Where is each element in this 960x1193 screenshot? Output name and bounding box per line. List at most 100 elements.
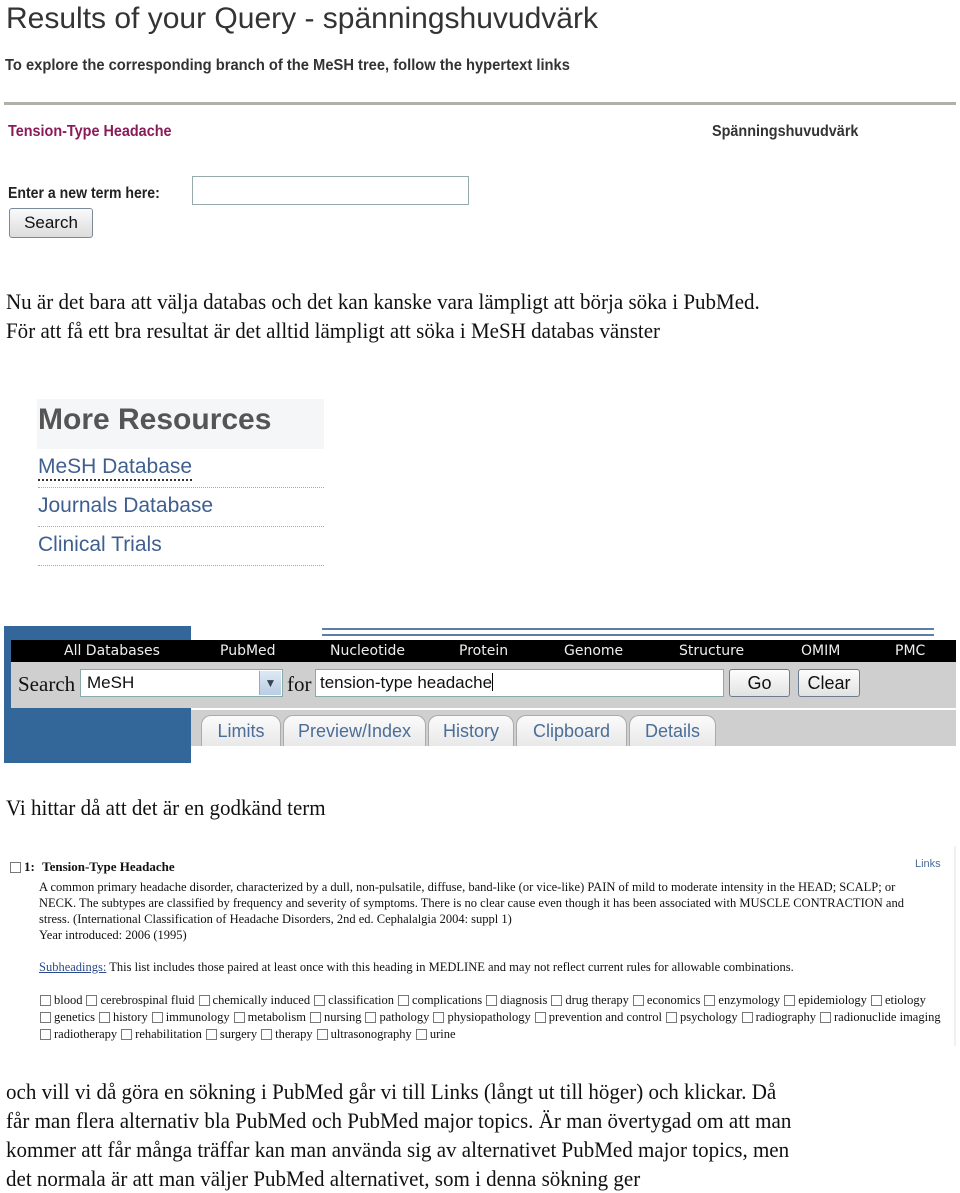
resource-item-clinical-trials[interactable]: Clinical Trials (38, 527, 324, 566)
subheading-option[interactable]: economics (632, 993, 700, 1008)
divider (4, 102, 956, 105)
subheading-option[interactable]: physiopathology (433, 1010, 531, 1025)
subheading-option[interactable]: genetics (40, 1010, 95, 1025)
subheading-option[interactable]: ultrasonography (316, 1027, 412, 1042)
mesh-database-link[interactable]: MeSH Database (38, 455, 193, 481)
subheading-option[interactable]: epidemiology (784, 993, 867, 1008)
subheading-checkbox[interactable] (151, 1012, 163, 1023)
search-button[interactable]: Search (9, 208, 93, 238)
subheading-checkbox[interactable] (316, 1029, 328, 1040)
subheading-checkbox[interactable] (870, 995, 882, 1006)
text-cursor (492, 673, 494, 691)
clear-button[interactable]: Clear (798, 669, 860, 697)
resource-item-mesh[interactable]: MeSH Database (38, 449, 324, 488)
subheading-label: pathology (379, 1010, 430, 1024)
subheading-checkbox[interactable] (314, 995, 326, 1006)
subheading-option[interactable]: urine (415, 1027, 456, 1042)
subheading-label: psychology (679, 1010, 738, 1024)
subheading-checkbox[interactable] (415, 1029, 427, 1040)
subheading-option[interactable]: radiography (741, 1010, 816, 1025)
subheading-option[interactable]: etiology (870, 993, 926, 1008)
subheading-option[interactable]: classification (314, 993, 394, 1008)
subheading-checkbox[interactable] (205, 1029, 217, 1040)
subheading-option[interactable]: prevention and control (534, 1010, 662, 1025)
subheading-option[interactable]: surgery (205, 1027, 257, 1042)
subheading-checkbox[interactable] (40, 995, 51, 1006)
go-button[interactable]: Go (729, 669, 790, 697)
subheading-option[interactable]: nursing (309, 1010, 361, 1025)
subheadings-link[interactable]: Subheadings: (39, 960, 106, 974)
subheading-checkbox[interactable] (486, 995, 498, 1006)
links-menu[interactable]: Links (915, 858, 941, 870)
nav-pmc[interactable]: PMC (895, 643, 925, 659)
subheading-checkbox[interactable] (784, 995, 796, 1006)
clinical-trials-link[interactable]: Clinical Trials (38, 533, 162, 557)
nav-omim[interactable]: OMIM (801, 643, 840, 659)
record-title-text[interactable]: Tension-Type Headache (42, 859, 175, 874)
description-line: stress. (International Classification of… (39, 912, 512, 926)
subheading-option[interactable]: pathology (365, 1010, 429, 1025)
subheading-checkbox[interactable] (632, 995, 644, 1006)
nav-structure[interactable]: Structure (679, 643, 744, 659)
subheading-checkbox[interactable] (551, 995, 563, 1006)
nav-all-databases[interactable]: All Databases (64, 643, 160, 659)
subheading-checkbox[interactable] (365, 1012, 377, 1023)
subheading-label: history (112, 1010, 148, 1024)
resource-item-journals[interactable]: Journals Database (38, 488, 324, 527)
tab-history[interactable]: History (428, 715, 514, 746)
subheading-option[interactable]: metabolism (233, 1010, 306, 1025)
subheading-checkbox[interactable] (198, 995, 210, 1006)
tab-limits[interactable]: Limits (201, 715, 281, 746)
subheading-checkbox[interactable] (98, 1012, 110, 1023)
subheading-option[interactable]: rehabilitation (121, 1027, 202, 1042)
nav-pubmed[interactable]: PubMed (220, 643, 276, 659)
subheading-checkbox[interactable] (741, 1012, 753, 1023)
tab-details[interactable]: Details (629, 715, 716, 746)
description-line: NECK. The subtypes are classified by fre… (39, 896, 904, 910)
new-term-input[interactable] (192, 176, 469, 205)
subheading-checkbox[interactable] (309, 1012, 321, 1023)
subheading-checkbox[interactable] (261, 1029, 273, 1040)
subheading-checkbox[interactable] (121, 1029, 133, 1040)
subheading-checkbox[interactable] (398, 995, 410, 1006)
subheading-option[interactable]: radionuclide imaging (820, 1010, 941, 1025)
subheading-option[interactable]: immunology (151, 1010, 230, 1025)
query-input[interactable]: tension-type headache (315, 669, 724, 697)
database-select[interactable]: MeSH (80, 669, 283, 697)
subheading-checkbox[interactable] (534, 1012, 546, 1023)
subheading-option[interactable]: complications (398, 993, 482, 1008)
subheading-checkbox[interactable] (665, 1012, 677, 1023)
subheading-label: radiography (755, 1010, 816, 1024)
mesh-term-link[interactable]: Tension-Type Headache (8, 123, 172, 141)
record-checkbox[interactable] (10, 862, 21, 873)
subheading-label: chemically induced (212, 993, 311, 1007)
subheading-checkbox[interactable] (233, 1012, 245, 1023)
subheading-option[interactable]: blood (40, 993, 82, 1008)
subheading-checkbox[interactable] (40, 1029, 51, 1040)
subheading-option[interactable]: radiotherapy (40, 1027, 117, 1042)
subheading-option[interactable]: cerebrospinal fluid (86, 993, 195, 1008)
chevron-down-icon[interactable]: ▼ (259, 671, 281, 695)
subheading-option[interactable]: psychology (665, 1010, 738, 1025)
subheading-label: etiology (884, 993, 926, 1007)
nav-genome[interactable]: Genome (564, 643, 623, 659)
subheading-checkbox[interactable] (433, 1012, 445, 1023)
journals-database-link[interactable]: Journals Database (38, 494, 213, 518)
subheading-label: metabolism (247, 1010, 306, 1024)
subheading-option[interactable]: drug therapy (551, 993, 629, 1008)
record-title: 1: Tension-Type Headache (24, 859, 175, 875)
subheading-option[interactable]: diagnosis (486, 993, 547, 1008)
nav-protein[interactable]: Protein (459, 643, 508, 659)
subheading-option[interactable]: therapy (261, 1027, 313, 1042)
subheading-option[interactable]: chemically induced (198, 993, 311, 1008)
subheading-option[interactable]: history (98, 1010, 148, 1025)
subheading-checkbox[interactable] (704, 995, 716, 1006)
tab-preview-index[interactable]: Preview/Index (283, 715, 426, 746)
ncbi-logo-decoration (322, 628, 934, 636)
nav-nucleotide[interactable]: Nucleotide (330, 643, 405, 659)
tab-clipboard[interactable]: Clipboard (516, 715, 627, 746)
subheading-checkbox[interactable] (86, 995, 98, 1006)
subheading-checkbox[interactable] (40, 1012, 51, 1023)
subheading-checkbox[interactable] (820, 1012, 831, 1023)
subheading-option[interactable]: enzymology (704, 993, 780, 1008)
